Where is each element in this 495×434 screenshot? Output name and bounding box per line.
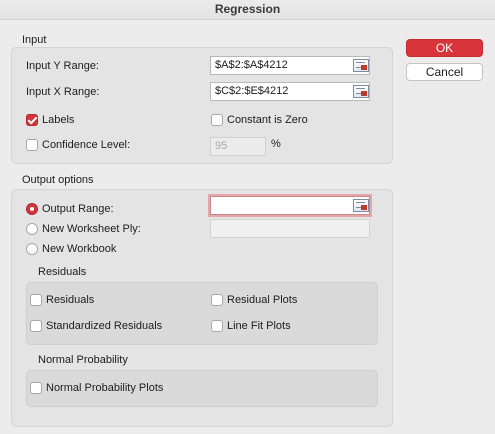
normal-probability-section-title: Normal Probability <box>38 354 128 366</box>
labels-label: Labels <box>42 114 75 126</box>
input-y-range-label: Input Y Range: <box>26 60 99 72</box>
standardized-residuals-checkbox[interactable] <box>30 320 42 332</box>
new-worksheet-ply-field[interactable] <box>210 219 370 238</box>
line-fit-plots-checkbox[interactable] <box>211 320 223 332</box>
new-workbook-label: New Workbook <box>42 243 117 255</box>
new-workbook-radio[interactable] <box>26 243 38 255</box>
output-range-field[interactable] <box>210 196 370 215</box>
new-worksheet-ply-radio[interactable] <box>26 223 38 235</box>
range-selector-icon[interactable] <box>353 59 369 72</box>
residual-plots-label: Residual Plots <box>227 294 298 306</box>
constant-zero-checkbox[interactable] <box>211 114 223 126</box>
confidence-unit-label: % <box>271 138 281 150</box>
output-range-label: Output Range: <box>42 203 114 215</box>
new-worksheet-ply-label: New Worksheet Ply: <box>42 223 141 235</box>
output-range-radio[interactable] <box>26 203 38 215</box>
residuals-section-title: Residuals <box>38 266 87 278</box>
constant-zero-label: Constant is Zero <box>227 114 308 126</box>
dialog-title: Regression <box>214 2 281 16</box>
regression-dialog: Regression OK Cancel Input Input Y Range… <box>0 0 495 434</box>
cancel-button[interactable]: Cancel <box>406 63 483 81</box>
input-y-range-field[interactable]: $A$2:$A$4212 <box>210 56 370 75</box>
confidence-level-label: Confidence Level: <box>42 139 131 151</box>
input-x-range-field[interactable]: $C$2:$E$4212 <box>210 82 370 101</box>
line-fit-plots-label: Line Fit Plots <box>227 320 291 332</box>
input-x-range-label: Input X Range: <box>26 86 100 98</box>
output-section-title: Output options <box>22 174 94 186</box>
confidence-level-field[interactable]: 95 <box>210 137 266 156</box>
residual-plots-checkbox[interactable] <box>211 294 223 306</box>
normal-probability-plots-checkbox[interactable] <box>30 382 42 394</box>
residuals-checkbox[interactable] <box>30 294 42 306</box>
residuals-label: Residuals <box>46 294 95 306</box>
range-selector-icon[interactable] <box>353 85 369 98</box>
normal-probability-plots-label: Normal Probability Plots <box>46 382 164 394</box>
labels-checkbox[interactable] <box>26 114 38 126</box>
input-section-title: Input <box>22 34 47 46</box>
standardized-residuals-label: Standardized Residuals <box>46 320 163 332</box>
confidence-level-checkbox[interactable] <box>26 139 38 151</box>
title-bar[interactable]: Regression <box>0 0 495 20</box>
ok-button[interactable]: OK <box>406 39 483 57</box>
residuals-group <box>26 282 378 345</box>
range-selector-icon[interactable] <box>353 199 369 212</box>
